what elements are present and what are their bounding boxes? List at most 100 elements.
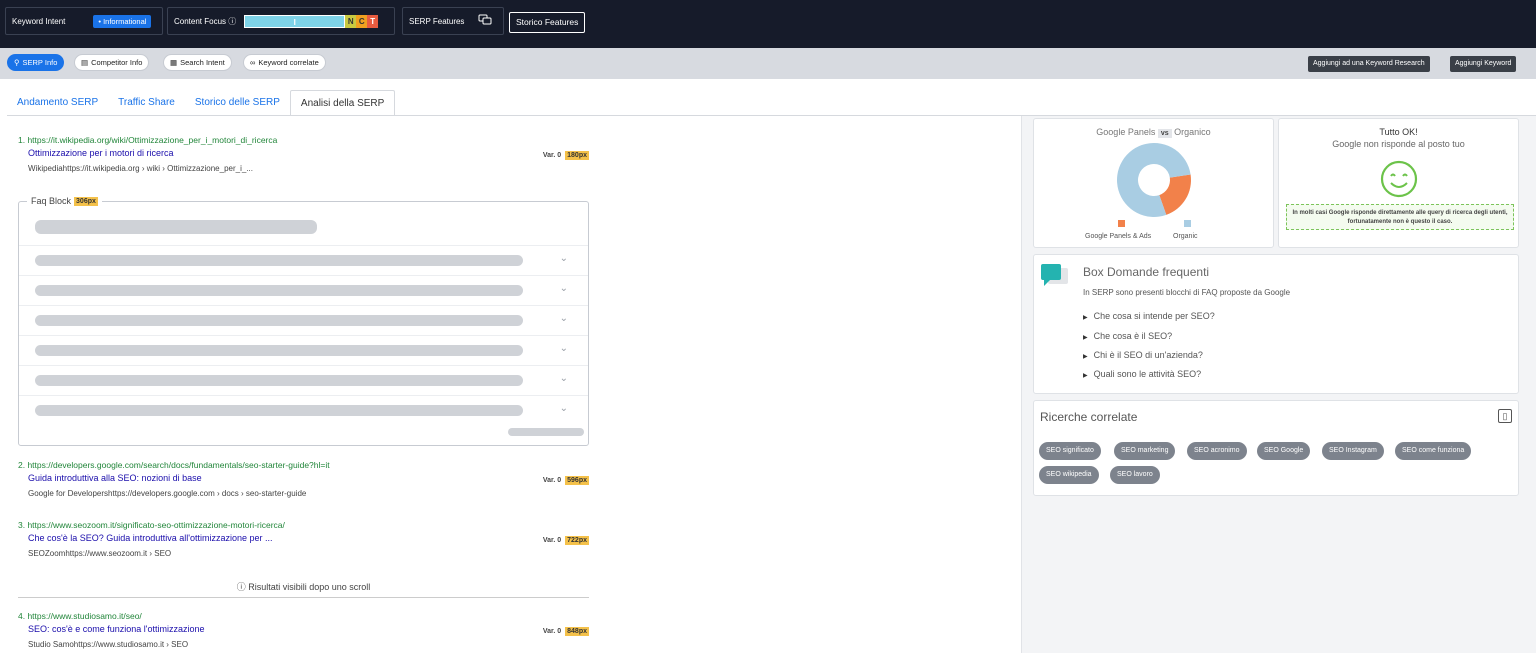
faq-row[interactable]: ⌄ — [19, 275, 588, 305]
legend-swatch-panels — [1118, 220, 1125, 227]
faq-skeleton — [35, 255, 523, 266]
answer-status-card: Tutto OK! Google non risponde al posto t… — [1278, 118, 1519, 248]
faq-question[interactable]: Quali sono le attività SEO? — [1083, 369, 1202, 379]
smile-icon — [1380, 160, 1418, 198]
faq-block-label: Faq Block — [31, 196, 72, 206]
result-url[interactable]: 3. https://www.seozoom.it/significato-se… — [18, 520, 589, 530]
chip-keyword-correlate[interactable]: ∞ Keyword correlate — [243, 54, 326, 71]
related-tag[interactable]: SEO wikipedia — [1039, 466, 1099, 484]
result-breadcrumb: Wikipediahttps://it.wikipedia.org › wiki… — [28, 164, 253, 173]
focus-informational: I — [244, 14, 346, 28]
faq-box-title: Box Domande frequenti — [1083, 265, 1210, 279]
intent-badge[interactable]: • Informational — [93, 14, 152, 28]
faq-question[interactable]: Che cosa si intende per SEO? — [1083, 311, 1215, 321]
content-focus-box: Content Focus ⓘ I N C T — [167, 7, 395, 35]
chip-label: Search Intent — [180, 58, 225, 67]
related-tag[interactable]: SEO Google — [1257, 442, 1311, 460]
result-url[interactable]: 4. https://www.studiosamo.it/seo/ — [18, 611, 589, 621]
faq-row[interactable]: ⌄ — [19, 305, 588, 335]
result-url[interactable]: 2. https://developers.google.com/search/… — [18, 460, 589, 470]
tab-andamento-serp[interactable]: Andamento SERP — [7, 90, 108, 115]
faq-skeleton — [35, 285, 523, 296]
chip-serp-info[interactable]: ⚲ SERP Info — [7, 54, 65, 71]
faq-row[interactable]: ⌄ — [19, 395, 588, 425]
result-breadcrumb: Studio Samohttps://www.studiosamo.it › S… — [28, 640, 189, 649]
legend-swatch-organic — [1184, 220, 1191, 227]
copy-icon[interactable]: ▯ — [1498, 409, 1512, 423]
scroll-notice: ⓘ Risultati visibili dopo uno scroll — [236, 582, 371, 592]
pixel-position-badge: 180px — [565, 151, 589, 160]
result-breadcrumb: Google for Developershttps://developers.… — [28, 489, 307, 498]
serp-result: 4. https://www.studiosamo.it/seo/ SEO: c… — [18, 611, 589, 649]
faq-box-card: Box Domande frequenti In SERP sono prese… — [1033, 254, 1519, 394]
result-url[interactable]: 1. https://it.wikipedia.org/wiki/Ottimiz… — [18, 135, 589, 145]
top-bar: Keyword Intent • Informational Content F… — [0, 0, 1536, 48]
status-note: In molti casi Google risponde direttamen… — [1286, 204, 1514, 230]
right-panel: Google Panels vs Organico Google Panels … — [1021, 116, 1536, 653]
panels-donut-chart — [1117, 143, 1191, 227]
add-keyword-button[interactable]: Aggiungi Keyword — [1450, 56, 1517, 72]
chip-label: SERP Info — [22, 58, 58, 67]
result-title[interactable]: Che cos'è la SEO? Guida introduttiva all… — [18, 533, 589, 543]
faq-skeleton-footer — [508, 428, 584, 436]
related-searches-title: Ricerche correlate — [1040, 410, 1138, 424]
chevron-down-icon[interactable]: ⌄ — [560, 373, 568, 384]
keyword-intent-label: Keyword Intent — [12, 16, 66, 26]
faq-row[interactable]: ⌄ — [19, 365, 588, 395]
focus-transactional: T — [367, 14, 379, 28]
chip-label: Competitor Info — [91, 58, 143, 67]
tab-bar: Andamento SERP Traffic Share Storico del… — [7, 90, 396, 115]
related-tag[interactable]: SEO lavoro — [1110, 466, 1160, 484]
result-title[interactable]: Guida introduttiva alla SEO: nozioni di … — [18, 473, 589, 483]
chip-search-intent[interactable]: ▦ Search Intent — [163, 54, 232, 71]
serp-result: 2. https://developers.google.com/search/… — [18, 460, 589, 498]
result-title[interactable]: SEO: cos'è e come funziona l'ottimizzazi… — [18, 624, 589, 634]
related-tag[interactable]: SEO significato — [1039, 442, 1101, 460]
focus-navigational: N — [345, 14, 357, 28]
chevron-down-icon[interactable]: ⌄ — [560, 343, 568, 354]
chip-competitor-info[interactable]: ▤ Competitor Info — [74, 54, 150, 71]
faq-row[interactable]: ⌄ — [19, 245, 588, 275]
result-variation: Var. 0 180px — [543, 151, 589, 160]
related-tag[interactable]: SEO come funziona — [1395, 442, 1472, 460]
document-icon: ▦ — [170, 58, 178, 67]
related-tag[interactable]: SEO marketing — [1114, 442, 1176, 460]
chat-icon[interactable] — [478, 14, 492, 28]
chevron-down-icon[interactable]: ⌄ — [560, 403, 568, 414]
scroll-divider — [18, 597, 589, 598]
faq-box-description: In SERP sono presenti blocchi di FAQ pro… — [1083, 288, 1291, 297]
status-title: Tutto OK! — [1379, 127, 1418, 137]
faq-row[interactable]: ⌄ — [19, 335, 588, 365]
faq-block-legend: Faq Block 306px — [27, 196, 102, 206]
faq-skeleton — [35, 375, 523, 386]
faq-question[interactable]: Che cosa è il SEO? — [1083, 331, 1173, 341]
related-tag[interactable]: SEO Instagram — [1322, 442, 1384, 460]
faq-question[interactable]: Chi è il SEO di un'azienda? — [1083, 350, 1203, 360]
chevron-down-icon[interactable]: ⌄ — [560, 313, 568, 324]
variation-value: Var. 0 — [542, 152, 562, 159]
serp-result: 3. https://www.seozoom.it/significato-se… — [18, 520, 589, 558]
faq-block: Faq Block 306px ⌄ ⌄ ⌄ ⌄ ⌄ ⌄ — [18, 196, 589, 446]
chevron-down-icon[interactable]: ⌄ — [560, 253, 568, 264]
content-focus-label[interactable]: Content Focus ⓘ — [174, 16, 236, 27]
tab-traffic-share[interactable]: Traffic Share — [108, 90, 185, 115]
tab-analisi-serp[interactable]: Analisi della SERP — [289, 90, 396, 115]
chevron-down-icon[interactable]: ⌄ — [560, 283, 568, 294]
result-title[interactable]: Ottimizzazione per i motori di ricerca — [18, 148, 589, 158]
variation-value: Var. 0 — [542, 477, 562, 484]
legend-label-organic: Organic — [1173, 233, 1198, 240]
chip-label: Keyword correlate — [258, 58, 319, 67]
chat-bubbles-icon — [1041, 264, 1068, 286]
faq-skeleton — [35, 315, 523, 326]
add-to-research-button[interactable]: Aggiungi ad una Keyword Research — [1308, 56, 1430, 72]
related-tag[interactable]: SEO acronimo — [1187, 442, 1247, 460]
related-searches-card: Ricerche correlate ▯ SEO significato SEO… — [1033, 400, 1519, 496]
legend-label-panels: Google Panels & Ads — [1085, 233, 1152, 240]
tab-storico-serp[interactable]: Storico delle SERP — [185, 90, 290, 115]
key-icon: ⚲ — [14, 58, 20, 67]
panels-vs-organic-card: Google Panels vs Organico Google Panels … — [1033, 118, 1274, 248]
faq-skeleton — [35, 345, 523, 356]
variation-value: Var. 0 — [542, 537, 562, 544]
pixel-position-badge: 848px — [565, 627, 589, 636]
storico-features-button[interactable]: Storico Features — [509, 12, 586, 33]
